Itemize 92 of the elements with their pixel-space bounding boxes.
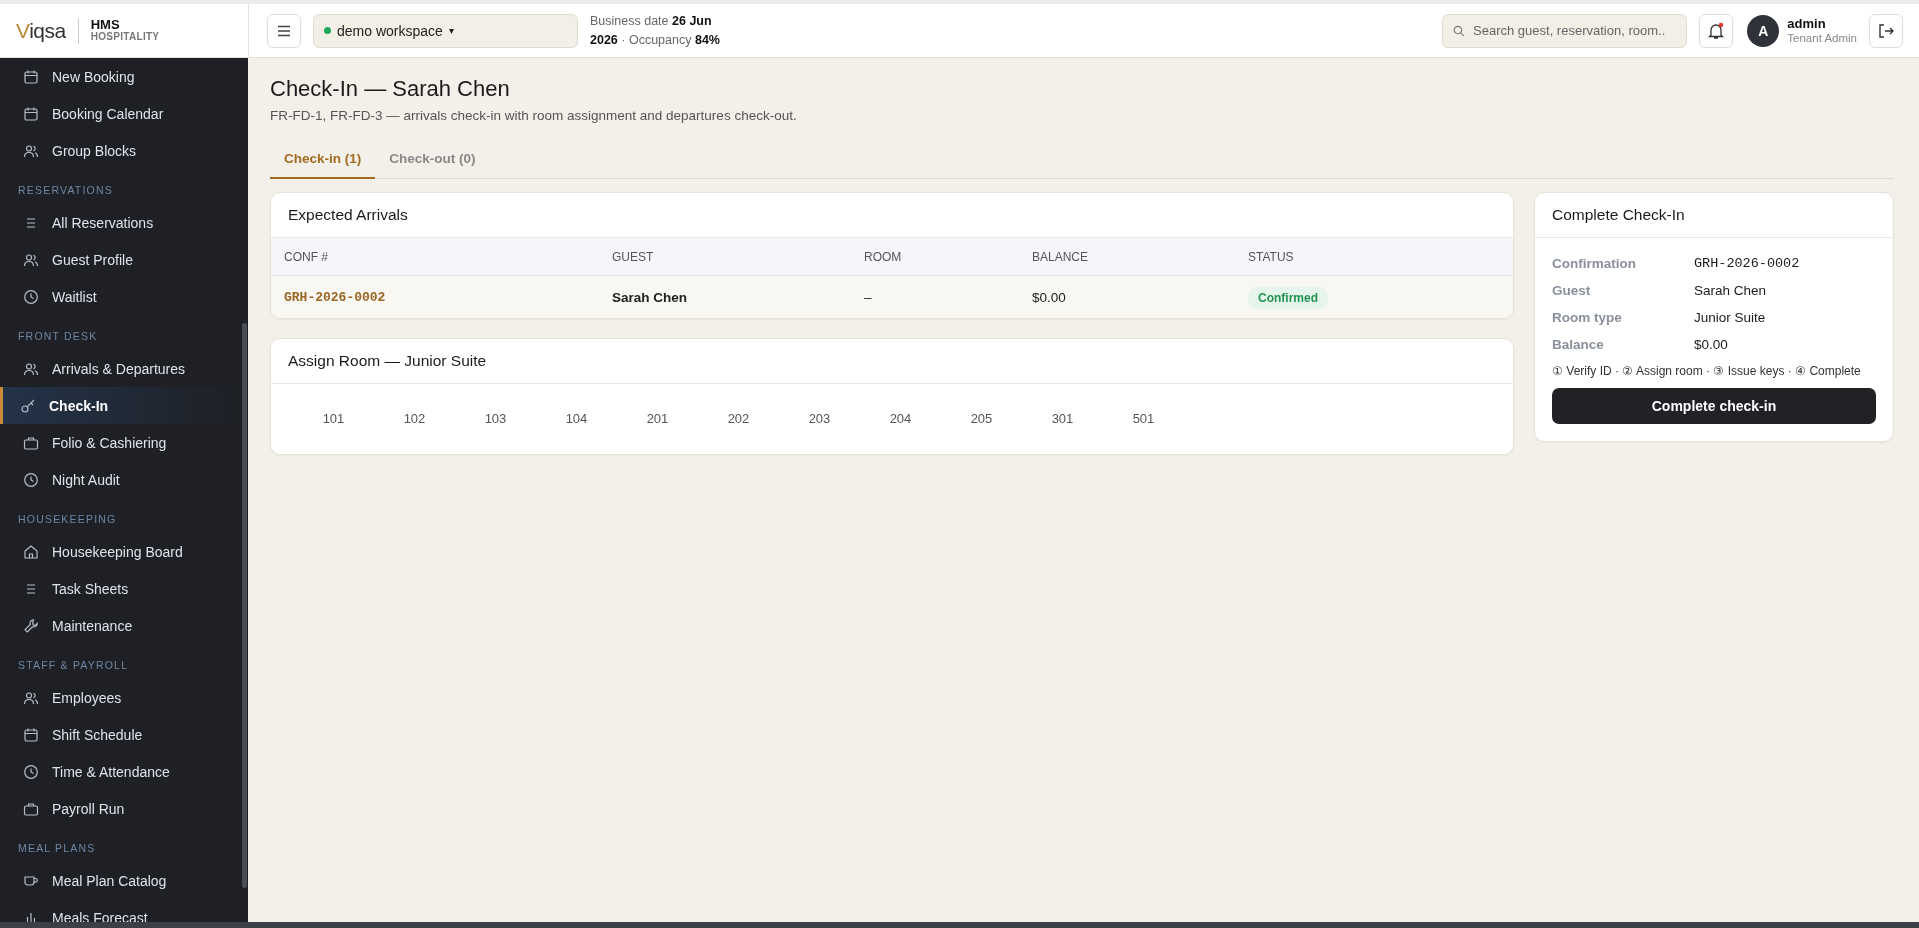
- sidebar-item[interactable]: Payroll Run: [0, 790, 240, 827]
- field-label: Guest: [1552, 283, 1592, 298]
- room-option[interactable]: 104: [536, 404, 617, 432]
- room-option[interactable]: 501: [1103, 404, 1184, 432]
- sidebar-item[interactable]: Time & Attendance: [0, 753, 240, 790]
- room-option[interactable]: 204: [860, 404, 941, 432]
- sidebar-section-title: HOUSEKEEPING: [17, 512, 118, 527]
- sidebar-section-title: STAFF & PAYROLL: [17, 658, 130, 673]
- page-subtitle: FR-FD-1, FR-FD-3 — arrivals check-in with room assignment and departures check-out.: [270, 108, 798, 123]
- workspace-selector[interactable]: demo workspace ▾: [313, 13, 578, 48]
- user-name: admin: [1787, 15, 1827, 31]
- room-option[interactable]: 101: [293, 404, 374, 432]
- field-value: GRH-2026-0002: [1694, 256, 1800, 271]
- table-cell-text: $0.00: [1032, 289, 1067, 305]
- field-label: Confirmation: [1552, 256, 1637, 271]
- search-box[interactable]: Search guest, reservation, room..: [1442, 13, 1688, 48]
- notifications-button[interactable]: [1699, 13, 1734, 48]
- sidebar-item[interactable]: Employees: [0, 679, 240, 716]
- cal-icon: [23, 726, 39, 743]
- sidebar-item[interactable]: Meals Forecast: [0, 899, 240, 922]
- field-value: Junior Suite: [1694, 310, 1766, 325]
- room-option[interactable]: 202: [698, 404, 779, 432]
- column-header: ROOM: [864, 249, 903, 264]
- users-icon: [23, 360, 39, 377]
- product-subtitle: HOSPITALITY: [90, 30, 160, 43]
- room-option[interactable]: 201: [617, 404, 698, 432]
- wrench-icon: [23, 617, 39, 634]
- sidebar-item[interactable]: Group Blocks: [0, 132, 240, 169]
- home-icon: [23, 543, 39, 560]
- column-header: CONF #: [284, 249, 329, 264]
- room-option[interactable]: 301: [1022, 404, 1103, 432]
- field-label: Balance: [1552, 337, 1605, 352]
- scrollbar[interactable]: [242, 323, 247, 888]
- room-option[interactable]: 205: [941, 404, 1022, 432]
- sidebar-section-title: MEAL PLANS: [17, 841, 97, 856]
- sidebar-item[interactable]: Night Audit: [0, 461, 240, 498]
- column-header: GUEST: [612, 249, 655, 264]
- cal-icon: [23, 105, 39, 122]
- tab[interactable]: Check-in (1): [270, 141, 376, 179]
- field-value: Sarah Chen: [1694, 283, 1767, 298]
- cal-icon: [23, 68, 39, 85]
- users-icon: [23, 142, 39, 159]
- sidebar-item[interactable]: Folio & Cashiering: [0, 424, 240, 461]
- clock-icon: [23, 471, 39, 488]
- search-field[interactable]: Search guest, reservation, room..: [1473, 23, 1677, 38]
- user-avatar[interactable]: A: [1747, 14, 1780, 47]
- sidebar-item[interactable]: New Booking: [0, 58, 240, 95]
- confirmation-link[interactable]: GRH-2026-0002: [284, 290, 386, 305]
- table-cell-text: –: [864, 289, 873, 305]
- page-title: Check-In — Sarah Chen: [270, 76, 511, 102]
- card-title: Assign Room — Junior Suite: [271, 339, 1513, 384]
- column-header: STATUS: [1248, 249, 1294, 264]
- brand-logo: Viqsa: [16, 18, 66, 43]
- room-option[interactable]: 203: [779, 404, 860, 432]
- menu-button[interactable]: [267, 13, 301, 48]
- field-label: Room type: [1552, 310, 1623, 325]
- sidebar-item[interactable]: Task Sheets: [0, 570, 240, 607]
- arrival-row[interactable]: GRH-2026-0002 Sarah Chen – $0.00 Confirmed: [271, 276, 1513, 318]
- card-title: Complete Check-In: [1535, 193, 1893, 238]
- sidebar-item[interactable]: Maintenance: [0, 607, 240, 644]
- key-icon: [20, 397, 36, 414]
- bag-icon: [23, 800, 39, 817]
- search-icon: [1453, 24, 1466, 37]
- column-header: BALANCE: [1032, 249, 1090, 264]
- clock-icon: [23, 763, 39, 780]
- complete-checkin-button[interactable]: Complete check-in: [1552, 388, 1876, 424]
- sidebar-item[interactable]: Housekeeping Board: [0, 533, 240, 570]
- room-option[interactable]: 103: [455, 404, 536, 432]
- users-icon: [23, 251, 39, 268]
- logout-button[interactable]: [1869, 13, 1903, 48]
- business-date-info: Business date 26 Jun 2026 · Occupancy 84%: [590, 12, 721, 49]
- sidebar-item[interactable]: All Reservations: [0, 204, 240, 241]
- product-name: HMS: [90, 18, 121, 31]
- room-option[interactable]: 102: [374, 404, 455, 432]
- sidebar-section-title: FRONT DESK: [17, 329, 99, 344]
- sidebar-item[interactable]: Arrivals & Departures: [0, 350, 240, 387]
- users-icon: [23, 689, 39, 706]
- clock-icon: [23, 288, 39, 305]
- table-cell-text: Sarah Chen: [612, 289, 689, 305]
- sidebar-item[interactable]: Waitlist: [0, 278, 240, 315]
- bag-icon: [23, 434, 39, 451]
- checkin-steps: ① Verify ID · ② Assign room · ③ Issue keys · ④ Complete: [1552, 364, 1876, 378]
- user-role: Tenant Admin: [1787, 30, 1857, 46]
- field-value: $0.00: [1694, 337, 1728, 352]
- sidebar-item[interactable]: Shift Schedule: [0, 716, 240, 753]
- sidebar-item[interactable]: Meal Plan Catalog: [0, 862, 240, 899]
- status-badge: Confirmed: [1248, 286, 1328, 309]
- sidebar-item[interactable]: Guest Profile: [0, 241, 240, 278]
- sidebar-item[interactable]: Booking Calendar: [0, 95, 240, 132]
- logout-icon: [1877, 21, 1895, 40]
- sidebar-section-title: RESERVATIONS: [17, 183, 114, 198]
- menu-icon: [277, 24, 291, 37]
